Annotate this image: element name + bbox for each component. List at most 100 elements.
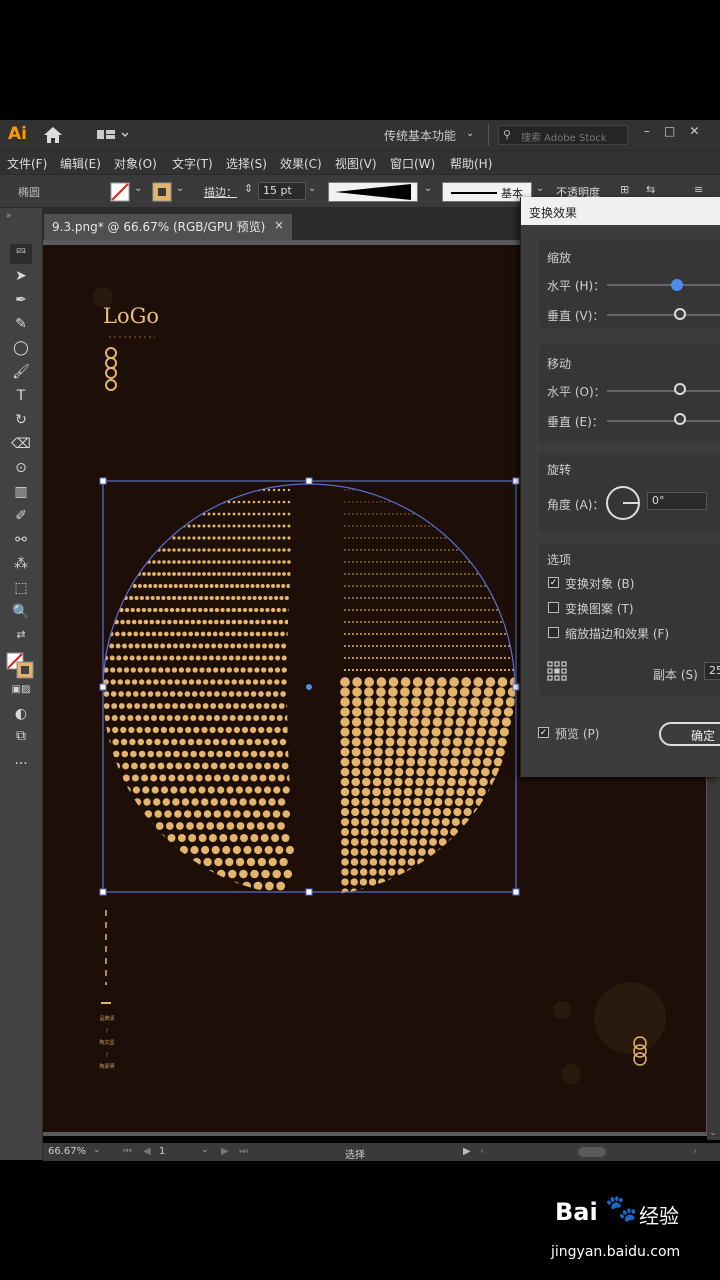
- brush-definition[interactable]: 基本: [442, 182, 532, 202]
- status-menu-icon[interactable]: ▶: [463, 1146, 471, 1157]
- panel-menu-icon[interactable]: ≡: [694, 183, 703, 196]
- chevron-down-icon[interactable]: ⌄: [176, 183, 184, 194]
- menu-view[interactable]: 视图(V): [335, 155, 377, 172]
- minimize-icon[interactable]: –: [644, 124, 664, 138]
- vertical-scale-slider[interactable]: [607, 314, 720, 316]
- pattern-dot: [380, 828, 389, 836]
- transform-patterns-checkbox[interactable]: [548, 602, 559, 613]
- chevron-down-icon[interactable]: ⌄: [424, 183, 432, 194]
- page-number[interactable]: 1: [159, 1146, 165, 1157]
- preview-label[interactable]: 预览 (P): [555, 725, 599, 742]
- arrange-documents-icon[interactable]: [97, 128, 133, 142]
- horizontal-scale-slider[interactable]: [607, 284, 720, 286]
- copies-field[interactable]: 25: [704, 662, 720, 680]
- paintbrush-tool-icon[interactable]: 🖌: [10, 364, 32, 384]
- stroke-label[interactable]: 描边：: [204, 184, 237, 200]
- pattern-dot: [372, 537, 374, 539]
- scroll-down-icon[interactable]: ⌄: [709, 1128, 717, 1138]
- chevron-down-icon[interactable]: ⌄: [201, 1145, 209, 1155]
- zoom-level[interactable]: 66.67%: [48, 1146, 86, 1157]
- horizontal-scroll-thumb[interactable]: [578, 1147, 606, 1157]
- vertical-scale-knob[interactable]: [674, 308, 686, 320]
- chevron-down-icon[interactable]: ⌄: [536, 183, 544, 194]
- transform-objects-checkbox[interactable]: ✓: [548, 577, 559, 588]
- chevron-down-icon[interactable]: ⌄: [93, 1145, 101, 1155]
- menu-file[interactable]: 文件(F): [7, 155, 47, 172]
- align-icon[interactable]: ⊞: [620, 183, 629, 196]
- stock-search-input[interactable]: ⚲ 搜索 Adobe Stock: [498, 125, 628, 145]
- prev-page-icon[interactable]: ◀: [143, 1146, 151, 1157]
- chevron-down-icon[interactable]: ⌄: [134, 183, 142, 194]
- zoom-tool-icon[interactable]: 🔍: [10, 604, 32, 624]
- blend-tool-icon[interactable]: ⚯: [10, 532, 32, 552]
- vertical-move-knob[interactable]: [674, 413, 686, 425]
- menu-object[interactable]: 对象(O): [114, 155, 157, 172]
- pattern-dot: [476, 621, 478, 623]
- type-tool-icon[interactable]: T: [10, 388, 32, 408]
- pen-tool-icon[interactable]: ✒: [10, 292, 32, 312]
- gradient-tool-icon[interactable]: ▥: [10, 484, 32, 504]
- menu-bar: 文件(F) 编辑(E) 对象(O) 文字(T) 选择(S) 效果(C) 视图(V…: [0, 150, 720, 174]
- horizontal-move-slider[interactable]: [607, 390, 720, 392]
- direct-selection-tool-icon[interactable]: ➤: [10, 268, 32, 288]
- horizontal-move-knob[interactable]: [674, 383, 686, 395]
- home-icon[interactable]: [43, 126, 63, 144]
- fill-stroke-swatch-icon[interactable]: [6, 652, 36, 680]
- preview-checkbox[interactable]: ✓: [538, 727, 549, 738]
- menu-help[interactable]: 帮助(H): [450, 155, 492, 172]
- draw-mode-icon[interactable]: ◐: [10, 706, 32, 726]
- menu-select[interactable]: 选择(S): [226, 155, 267, 172]
- vertical-move-slider[interactable]: [607, 420, 720, 422]
- more-tools-icon[interactable]: ···: [10, 756, 32, 776]
- menu-type[interactable]: 文字(T): [172, 155, 213, 172]
- screen-mode-icon[interactable]: ⧉: [10, 728, 32, 748]
- lasso-tool-icon[interactable]: ⊙: [10, 460, 32, 480]
- selection-tool-icon[interactable]: ⮹: [10, 244, 32, 264]
- ellipse-tool-icon[interactable]: ◯: [10, 340, 32, 360]
- close-tab-icon[interactable]: ×: [274, 218, 284, 232]
- maximize-icon[interactable]: □: [664, 124, 689, 138]
- chevron-down-icon[interactable]: ⌄: [466, 128, 474, 139]
- color-mode-icon[interactable]: ▣▨: [10, 684, 32, 704]
- pattern-dot: [122, 560, 126, 564]
- ok-button[interactable]: 确定: [659, 722, 720, 746]
- pattern-dot: [350, 838, 359, 846]
- window-controls[interactable]: –□✕: [644, 124, 713, 138]
- next-page-icon[interactable]: ▶: [221, 1146, 229, 1157]
- stroke-weight-field[interactable]: 15 pt: [258, 182, 306, 200]
- document-tab[interactable]: 9.3.png* @ 66.67% (RGB/GPU 预览) ×: [44, 214, 292, 240]
- chevron-down-icon[interactable]: ⌄: [308, 183, 316, 194]
- collapse-panel-icon[interactable]: »: [6, 211, 12, 221]
- menu-effect[interactable]: 效果(C): [280, 155, 322, 172]
- scale-strokes-checkbox[interactable]: [548, 627, 559, 638]
- pattern-dot: [138, 750, 146, 758]
- workspace-switcher[interactable]: 传统基本功能: [384, 127, 456, 144]
- scroll-left-icon[interactable]: ‹: [480, 1146, 484, 1157]
- pattern-dot: [415, 668, 419, 672]
- rotate-tool-icon[interactable]: ↻: [10, 412, 32, 432]
- transform-objects-label[interactable]: 变换对象 (B): [565, 575, 634, 592]
- swap-fill-stroke-icon[interactable]: ⇄: [10, 628, 32, 648]
- fill-none-icon[interactable]: [110, 182, 130, 202]
- transform-icon[interactable]: ⇆: [646, 183, 655, 196]
- angle-field[interactable]: 0°: [647, 492, 707, 510]
- curvature-tool-icon[interactable]: ✎: [10, 316, 32, 336]
- variable-width-profile[interactable]: [328, 182, 418, 202]
- last-page-icon[interactable]: ⏭: [239, 1146, 248, 1157]
- reference-point-icon[interactable]: [547, 661, 567, 681]
- menu-window[interactable]: 窗口(W): [390, 155, 435, 172]
- scroll-right-icon[interactable]: ›: [693, 1146, 697, 1157]
- eraser-tool-icon[interactable]: ⌫: [10, 436, 32, 456]
- transform-patterns-label[interactable]: 变换图案 (T): [565, 600, 634, 617]
- menu-edit[interactable]: 编辑(E): [60, 155, 101, 172]
- scale-strokes-label[interactable]: 缩放描边和效果 (F): [565, 625, 669, 642]
- first-page-icon[interactable]: ⏮: [123, 1146, 132, 1157]
- angle-dial-icon[interactable]: [605, 485, 641, 521]
- eyedropper-tool-icon[interactable]: ✐: [10, 508, 32, 528]
- artboard-tool-icon[interactable]: ⬚: [10, 580, 32, 600]
- stroke-color-icon[interactable]: [152, 182, 172, 202]
- horizontal-scale-knob[interactable]: [671, 279, 683, 291]
- symbol-sprayer-tool-icon[interactable]: ⁂: [10, 556, 32, 576]
- stepper-icon[interactable]: ⇕: [244, 182, 253, 195]
- close-icon[interactable]: ✕: [689, 124, 713, 138]
